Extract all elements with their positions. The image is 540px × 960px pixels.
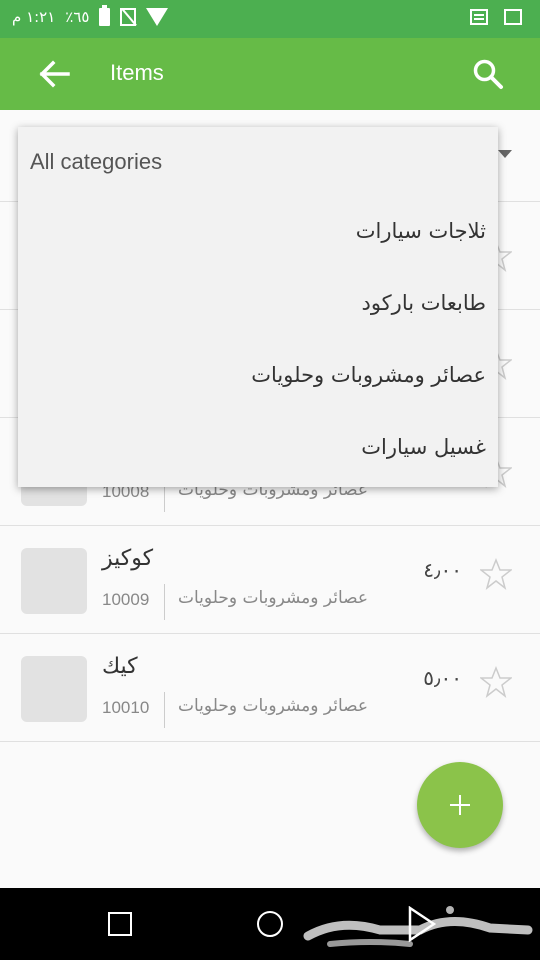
star-outline-icon[interactable] bbox=[480, 666, 512, 698]
search-icon[interactable] bbox=[472, 58, 504, 90]
status-left: ١:٢١ م ٪٦٥ bbox=[12, 5, 169, 26]
circle-icon[interactable] bbox=[257, 911, 283, 937]
clock: ١:٢١ م bbox=[12, 8, 56, 26]
item-code: 10009 bbox=[102, 590, 150, 609]
arrow-left-icon[interactable] bbox=[38, 58, 72, 90]
watermark-logo bbox=[303, 906, 533, 947]
dropdown-option[interactable]: غسيل سيارات bbox=[46, 435, 486, 459]
item-thumbnail bbox=[21, 548, 87, 614]
square-icon[interactable] bbox=[108, 912, 132, 936]
no-sim-icon bbox=[120, 8, 137, 26]
notes-icon bbox=[470, 9, 488, 25]
gallery-icon bbox=[504, 9, 522, 25]
dropdown-option[interactable]: طابعات باركود bbox=[46, 291, 486, 315]
item-price: ٤٫٠٠ bbox=[423, 558, 462, 582]
wifi-icon bbox=[146, 8, 169, 26]
star-outline-icon[interactable] bbox=[480, 558, 512, 590]
item-category: عصائر ومشروبات وحلويات bbox=[178, 588, 369, 608]
item-code: 10010 bbox=[102, 698, 150, 717]
divider bbox=[164, 692, 165, 728]
status-right bbox=[470, 9, 522, 25]
page-title: Items bbox=[110, 60, 164, 85]
item-category: عصائر ومشروبات وحلويات bbox=[178, 696, 369, 716]
battery-icon bbox=[99, 5, 111, 26]
item-thumbnail bbox=[21, 656, 87, 722]
dropdown-arrow-icon[interactable] bbox=[498, 150, 512, 158]
item-name: كيك bbox=[102, 654, 138, 679]
add-item-button[interactable] bbox=[417, 762, 503, 848]
dropdown-option[interactable]: ثلاجات سيارات bbox=[46, 219, 486, 243]
list-item[interactable]: كوكيز 10009 عصائر ومشروبات وحلويات ٤٫٠٠ bbox=[0, 526, 540, 634]
status-bar: ١:٢١ م ٪٦٥ bbox=[0, 0, 540, 38]
dropdown-option[interactable]: عصائر ومشروبات وحلويات bbox=[46, 363, 486, 387]
divider bbox=[164, 584, 165, 620]
item-name: كوكيز bbox=[102, 546, 154, 571]
category-dropdown: All categories ثلاجات سيارات طابعات بارك… bbox=[18, 127, 498, 487]
item-price: ٥٫٠٠ bbox=[423, 666, 462, 690]
list-item[interactable]: كيك 10010 عصائر ومشروبات وحلويات ٥٫٠٠ bbox=[0, 634, 540, 742]
battery-percent: ٪٦٥ bbox=[65, 8, 90, 26]
app-bar: Items bbox=[0, 38, 540, 110]
dropdown-option-all[interactable]: All categories bbox=[30, 149, 162, 175]
